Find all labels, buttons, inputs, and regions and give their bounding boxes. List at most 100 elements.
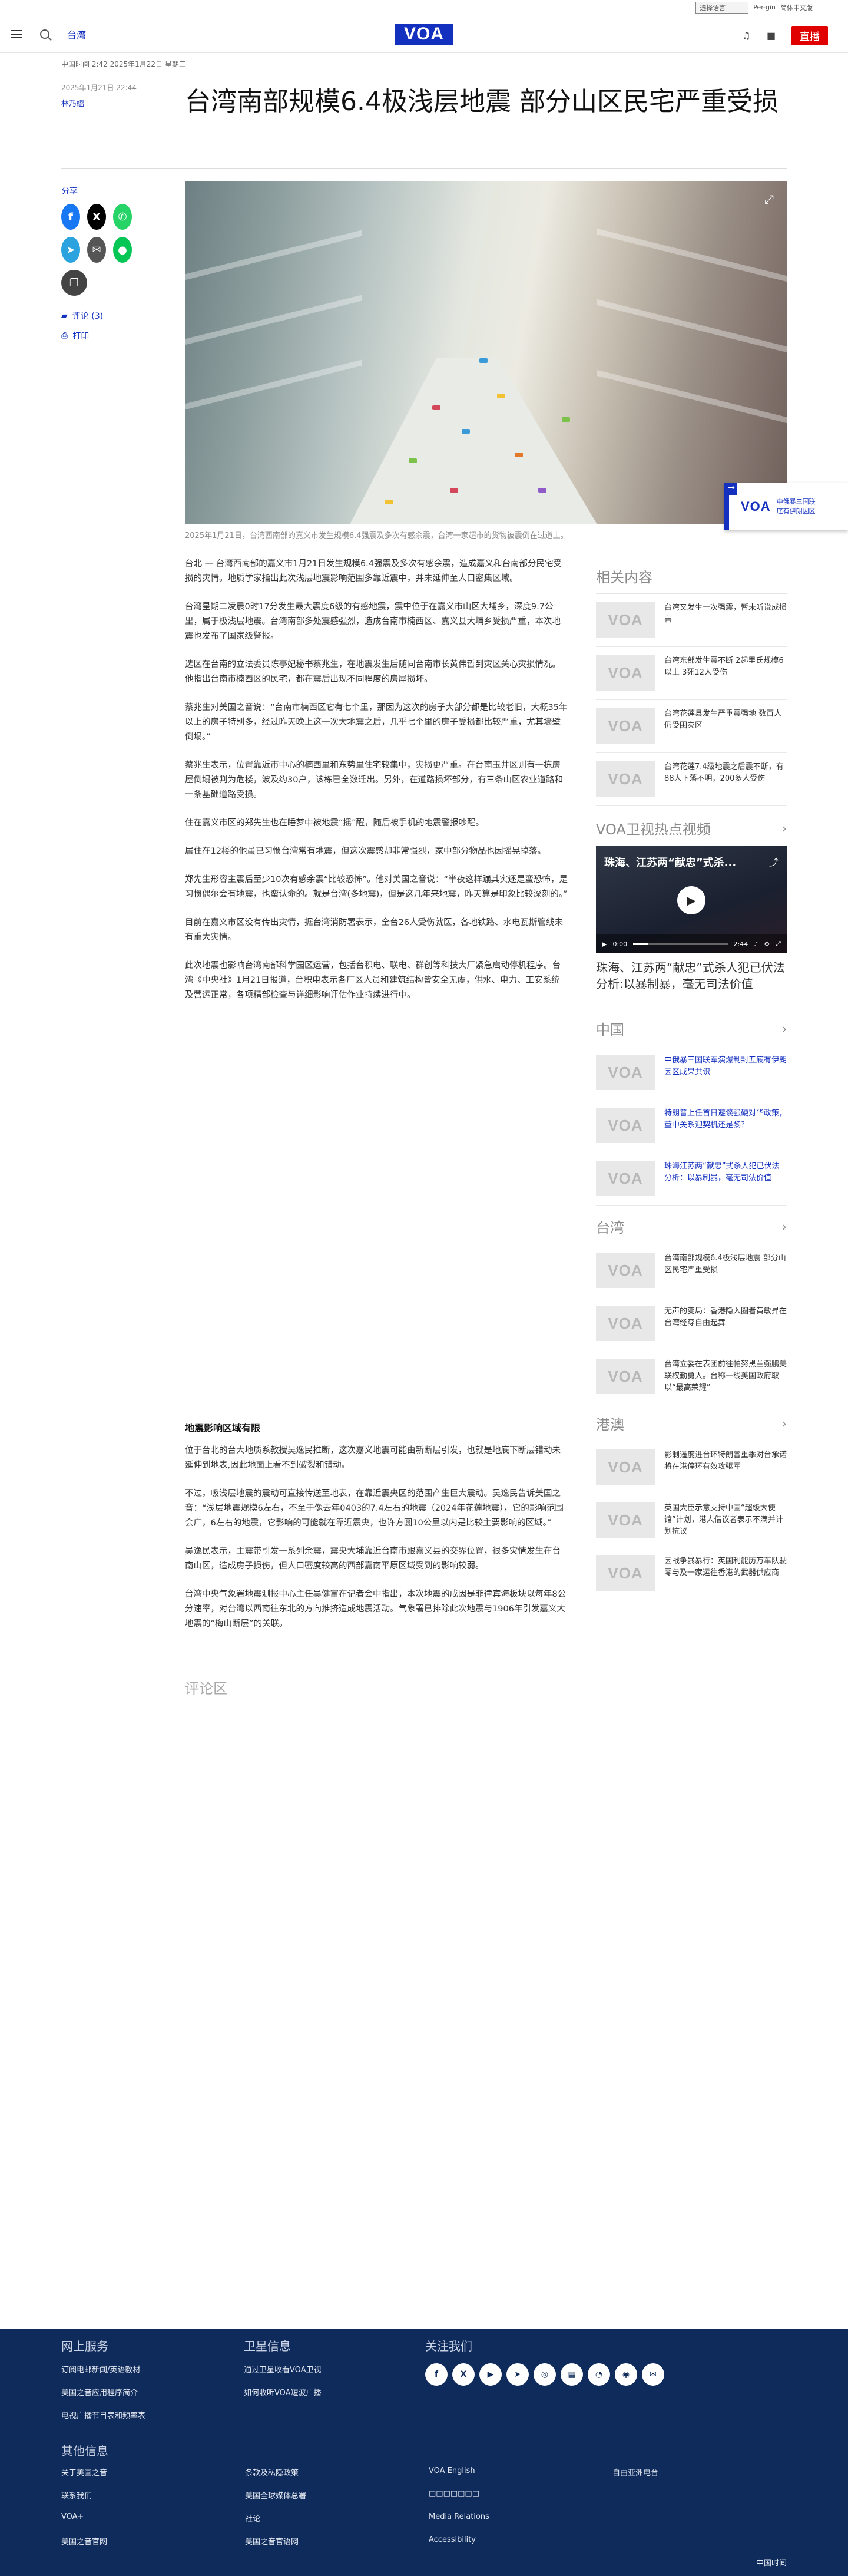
expand-icon[interactable]: ⤢: [764, 192, 774, 206]
list-item[interactable]: VOA 台湾立委在表团前往帕努黑兰强鹏美联权勤勇人。台称一线美国政府取以“最高荣耀…: [596, 1350, 787, 1403]
chevron-right-icon[interactable]: ›: [782, 1022, 787, 1036]
footer-link[interactable]: 自由亚洲电台: [612, 2466, 787, 2478]
utility-bar: 选择语言 Per-gin 简体中文版: [0, 0, 848, 15]
footer-link[interactable]: [612, 2512, 787, 2524]
footer-link[interactable]: [612, 2489, 787, 2501]
list-item[interactable]: VOA 台湾东部发生震不断 2起里氏规模6以上 3死12人受伤: [596, 647, 787, 700]
article-header: 中国时间 2:42 2025年1月22日 星期三 2025年1月21日 22:4…: [61, 59, 787, 117]
play-small-icon[interactable]: ▶: [602, 940, 607, 948]
search-icon[interactable]: [40, 29, 49, 39]
headphones-icon[interactable]: ♫: [742, 31, 754, 41]
list-item[interactable]: VOA 因战争暴暴行：英国利能历万车队驶零与及一家运往香港的武器供应商: [596, 1547, 787, 1600]
play-icon[interactable]: ▶: [677, 886, 705, 914]
list-item[interactable]: VOA 台湾花莲县发生严重震强地 数百人仍受困灾区: [596, 700, 787, 753]
footer-link[interactable]: VOA+: [61, 2512, 245, 2524]
video-progress[interactable]: [633, 943, 728, 945]
list-item[interactable]: VOA 无声的变局：香港隐入圈者黄敏昇在台湾经穿自由起舞: [596, 1297, 787, 1350]
thumbnail: VOA: [608, 1261, 643, 1279]
list-item[interactable]: VOA 台湾南部规模6.4极浅层地震 部分山区民宅严重受损: [596, 1244, 787, 1297]
utility-link[interactable]: 简体中文版: [780, 3, 813, 12]
paragraph: 此次地震也影响台湾南部科学园区运营，包括台积电、联电、群创等科技大厂紧急启动停机…: [185, 961, 561, 1000]
volume-icon[interactable]: ♪: [754, 940, 758, 948]
chevron-right-icon[interactable]: ›: [782, 1220, 787, 1234]
rss-icon[interactable]: ◔: [588, 2363, 610, 2386]
video-heading: VOA卫视热点视频: [596, 821, 711, 838]
list-item-title: 因战争暴暴行：英国利能历万车队驶零与及一家运往香港的武器供应商: [664, 1557, 787, 1577]
arrow-right-icon[interactable]: →: [726, 483, 737, 495]
share-icon[interactable]: ⤴: [769, 854, 779, 868]
video-camera-icon[interactable]: ■: [767, 31, 779, 41]
whatsapp-icon[interactable]: ✆: [113, 204, 132, 230]
video-overlay-title: 珠海、江苏两“献忠”式杀...: [604, 857, 737, 869]
footer-link[interactable]: 条款及私隐政策: [245, 2466, 429, 2478]
comments-link[interactable]: ▰ 评论 (3): [61, 310, 132, 322]
footer-link[interactable]: [612, 2535, 787, 2547]
hero-image: ⤢: [185, 181, 787, 524]
footer-link[interactable]: 美国之音官语网: [245, 2535, 429, 2547]
article-meta: 2025年1月21日 22:44 林乃縕: [61, 82, 167, 108]
instagram-icon[interactable]: ◎: [534, 2363, 556, 2386]
footer-link[interactable]: 美国之音应用程序简介: [61, 2386, 145, 2397]
list-item[interactable]: VOA 台湾花莲7.4级地震之后震不断，有88人下落不明，200多人受伤: [596, 753, 787, 806]
settings-icon[interactable]: ⚙: [764, 940, 770, 948]
footer-link[interactable]: 关于美国之音: [61, 2466, 245, 2478]
fullscreen-icon[interactable]: ⤢: [776, 940, 781, 948]
list-item[interactable]: VOA 珠海江苏两“献忠”式杀人犯已伏法 分析：以暴制暴，毫无司法价值: [596, 1152, 787, 1206]
footer-link[interactable]: Accessibility: [429, 2535, 612, 2547]
facebook-icon[interactable]: f: [61, 204, 80, 230]
email-icon[interactable]: ✉: [642, 2363, 664, 2386]
dateline: 中国时间 2:42 2025年1月22日 星期三: [61, 60, 186, 68]
copy-link-icon[interactable]: ❐: [61, 270, 87, 296]
article-body: 台北 — 台湾西南部的嘉义市1月21日发生规模6.4强震及多次有感余震，造成嘉义…: [185, 557, 568, 1016]
utility-link[interactable]: Per-gin: [753, 4, 776, 11]
footer-link[interactable]: 电视广播节目表和频率表: [61, 2409, 145, 2420]
video-caption[interactable]: 珠海、江苏两“献忠”式杀人犯已伏法 分析:以暴制暴，毫无司法价值: [596, 959, 787, 992]
footer-link[interactable]: 通过卫星收看VOA卫视: [244, 2363, 322, 2374]
footer-link[interactable]: VOA English: [429, 2466, 612, 2478]
facebook-icon[interactable]: f: [425, 2363, 448, 2386]
podcasts-icon[interactable]: ◉: [615, 2363, 637, 2386]
thumbnail: VOA: [608, 1063, 643, 1081]
list-item-title: 台湾花莲7.4级地震之后震不断，有88人下落不明，200多人受伤: [664, 762, 784, 783]
author-link[interactable]: 林乃縕: [61, 97, 167, 108]
paragraph: 不过，吸浅层地震的震动可直接传送至地表，在靠近震央区的范围产生巨大震动。吴逸民告…: [185, 1489, 564, 1528]
taiwan-heading[interactable]: 台湾: [596, 1216, 624, 1237]
footer-link[interactable]: 订阅电邮新闻/英语教材: [61, 2363, 145, 2374]
footer-link[interactable]: 联系我们: [61, 2489, 245, 2501]
hkmacau-heading[interactable]: 港澳: [596, 1413, 624, 1434]
floating-news-card[interactable]: VOA 中俄暴三国联 底有伊朗因区: [724, 483, 848, 530]
list-item[interactable]: VOA 中俄暴三国联军演爆制封五底有伊朗因区成果共识: [596, 1046, 787, 1099]
youtube-icon[interactable]: ▶: [479, 2363, 502, 2386]
footer-link[interactable]: 社论: [245, 2512, 429, 2524]
voa-logo[interactable]: VOA: [395, 24, 453, 45]
footer-link[interactable]: 如何收听VOA短波广播: [244, 2386, 322, 2397]
footer-link[interactable]: 美国全球媒体总署: [245, 2489, 429, 2501]
x-icon[interactable]: X: [452, 2363, 475, 2386]
x-icon[interactable]: X: [87, 204, 106, 230]
email-icon[interactable]: ✉: [87, 237, 106, 263]
list-item[interactable]: VOA 英国大臣示意支持中国“超级大使馆”计划，港人借议者表示不满并计划抗议: [596, 1494, 787, 1547]
chevron-right-icon[interactable]: ›: [782, 821, 787, 835]
line-icon[interactable]: ●: [113, 237, 132, 263]
print-link[interactable]: ⎙ 打印: [61, 330, 132, 342]
telegram-icon[interactable]: ➤: [506, 2363, 529, 2386]
footer-link[interactable]: Media Relations: [429, 2512, 612, 2524]
footer-heading: 关注我们: [425, 2339, 472, 2353]
video-progress-fill: [633, 943, 648, 945]
podcast-icon[interactable]: ▦: [561, 2363, 583, 2386]
language-select[interactable]: 选择语言: [695, 1, 749, 14]
footer-link[interactable]: 美国之音官网: [61, 2535, 245, 2547]
footer-link[interactable]: □□□□□□□: [429, 2489, 612, 2501]
list-item[interactable]: VOA 影剩遥度进台环特朗普重季对台承诺 将在港停环有效攻驱军: [596, 1441, 787, 1494]
china-heading[interactable]: 中国: [596, 1018, 624, 1039]
telegram-icon[interactable]: ➤: [61, 237, 80, 263]
video-player[interactable]: 珠海、江苏两“献忠”式杀... ⤴ ▶ ▶ 0:00 2:44 ♪ ⚙ ⤢: [596, 846, 787, 953]
comment-icon: ▰: [61, 311, 68, 321]
live-button[interactable]: 直播: [791, 26, 828, 45]
chevron-right-icon[interactable]: ›: [782, 1416, 787, 1431]
list-item[interactable]: VOA 台湾又发生一次强震，暂未听说成损害: [596, 594, 787, 647]
list-item-title: 台湾又发生一次强震，暂未听说成损害: [664, 603, 787, 624]
list-item[interactable]: VOA 特朗普上任首日避谈强硬对华政策，董中关系迎契机还是黎？: [596, 1099, 787, 1152]
section-link[interactable]: 台湾: [67, 27, 86, 41]
menu-icon[interactable]: [11, 29, 22, 38]
